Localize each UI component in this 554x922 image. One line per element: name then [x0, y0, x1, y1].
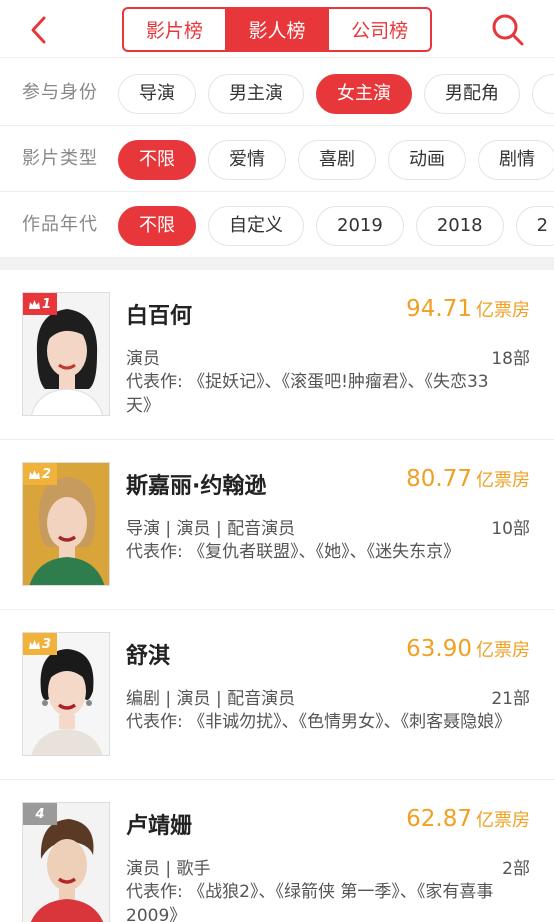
box-office-value: 63.90 [406, 636, 472, 662]
avatar[interactable]: 2 [22, 462, 110, 586]
person-roles: 演员 | 歌手 [126, 859, 211, 879]
rank-badge: 4 [23, 803, 57, 825]
representative-works: 代表作: 《战狼2》、《绿箭侠 第一季》、《家有喜事2009》 [126, 882, 494, 922]
list-item[interactable]: 4 卢靖姗 62.87 亿票房 演员 | 歌手 2部 代表作: 《战狼2》、《绿… [0, 780, 554, 922]
avatar[interactable]: 4 [22, 802, 110, 922]
box-office-value: 80.77 [406, 466, 472, 492]
representative-works: 代表作: 《捉妖记》、《滚蛋吧!肿瘤君》、《失恋33天》 [126, 372, 489, 416]
person-name[interactable]: 白百何 [126, 298, 192, 330]
rank-badge: 3 [23, 633, 57, 655]
box-office: 63.90 亿票房 [406, 636, 530, 662]
search-button[interactable] [488, 10, 528, 50]
chip-romance[interactable]: 爱情 [208, 140, 286, 180]
list-item[interactable]: 2 斯嘉丽·约翰逊 80.77 亿票房 导演 | 演员 | 配音演员 10部 代… [0, 440, 554, 610]
box-office-unit: 亿票房 [476, 300, 530, 321]
film-count: 21部 [491, 689, 530, 709]
list-item[interactable]: 1 白百何 94.71 亿票房 演员 18部 代表作: 《捉妖记》、《滚蛋吧!肿… [0, 270, 554, 440]
box-office-unit: 亿票房 [476, 810, 530, 831]
filter-row-role: 参与身份 导演 男主演 女主演 男配角 [0, 60, 554, 126]
filter-row-year: 作品年代 不限 自定义 2019 2018 2 [0, 192, 554, 258]
filters: 参与身份 导演 男主演 女主演 男配角 影片类型 不限 爱情 喜剧 动画 剧情 … [0, 60, 554, 258]
rank-number: 4 [35, 806, 45, 822]
back-button[interactable] [22, 12, 58, 48]
box-office-unit: 亿票房 [476, 470, 530, 491]
box-office: 62.87 亿票房 [406, 806, 530, 832]
chip-male-supporting[interactable]: 男配角 [424, 74, 520, 114]
section-divider [0, 258, 554, 270]
filter-label: 影片类型 [22, 148, 98, 169]
tab-companies[interactable]: 公司榜 [329, 9, 430, 50]
person-name[interactable]: 卢靖姗 [126, 808, 192, 840]
representative-works: 代表作: 《复仇者联盟》、《她》、《迷失东京》 [126, 542, 461, 562]
search-icon [492, 14, 524, 46]
film-count: 10部 [491, 519, 530, 539]
rank-badge: 1 [23, 293, 57, 315]
person-roles: 导演 | 演员 | 配音演员 [126, 519, 296, 539]
avatar[interactable]: 3 [22, 632, 110, 756]
box-office-unit: 亿票房 [476, 640, 530, 661]
chip-custom[interactable]: 自定义 [208, 206, 304, 246]
filter-row-genre: 影片类型 不限 爱情 喜剧 动画 剧情 [0, 126, 554, 192]
crown-icon [28, 639, 40, 649]
chip-drama[interactable]: 剧情 [478, 140, 554, 180]
chip-animation[interactable]: 动画 [388, 140, 466, 180]
chip-male-lead[interactable]: 男主演 [208, 74, 304, 114]
people-list: 1 白百何 94.71 亿票房 演员 18部 代表作: 《捉妖记》、《滚蛋吧!肿… [0, 270, 554, 922]
chip-comedy[interactable]: 喜剧 [298, 140, 376, 180]
representative-works: 代表作: 《非诚勿扰》、《色情男女》、《刺客聂隐娘》 [126, 712, 512, 732]
tab-films[interactable]: 影片榜 [124, 9, 227, 50]
chevron-left-icon [31, 16, 46, 44]
chip-director[interactable]: 导演 [118, 74, 196, 114]
person-name[interactable]: 斯嘉丽·约翰逊 [126, 468, 266, 500]
chip-2018[interactable]: 2018 [415, 206, 504, 246]
box-office-value: 62.87 [406, 806, 472, 832]
filter-label: 作品年代 [22, 214, 98, 235]
chip-genre-all[interactable]: 不限 [118, 140, 196, 180]
chip-female-lead[interactable]: 女主演 [316, 74, 412, 114]
ranking-tabs: 影片榜 影人榜 公司榜 [122, 7, 432, 52]
film-count: 18部 [491, 349, 530, 369]
chip-year-all[interactable]: 不限 [118, 206, 196, 246]
list-item[interactable]: 3 舒淇 63.90 亿票房 编剧 | 演员 | 配音演员 21部 代表作: 《… [0, 610, 554, 780]
box-office: 94.71 亿票房 [406, 296, 530, 322]
chip-more[interactable] [532, 74, 554, 114]
person-roles: 演员 [126, 349, 160, 369]
crown-icon [28, 299, 40, 309]
rank-number: 1 [41, 296, 52, 312]
rank-badge: 2 [23, 463, 57, 485]
avatar[interactable]: 1 [22, 292, 110, 416]
rank-number: 2 [41, 466, 52, 482]
crown-icon [28, 469, 40, 479]
rank-number: 3 [41, 636, 52, 652]
top-bar: 影片榜 影人榜 公司榜 [0, 0, 554, 58]
chip-year-more[interactable]: 2 [515, 206, 554, 246]
chip-2019[interactable]: 2019 [316, 206, 404, 246]
box-office-value: 94.71 [406, 296, 472, 322]
box-office: 80.77 亿票房 [406, 466, 530, 492]
tab-people[interactable]: 影人榜 [226, 9, 330, 50]
person-name[interactable]: 舒淇 [126, 638, 170, 670]
film-count: 2部 [502, 859, 530, 879]
filter-label: 参与身份 [22, 82, 98, 103]
person-roles: 编剧 | 演员 | 配音演员 [126, 689, 296, 709]
